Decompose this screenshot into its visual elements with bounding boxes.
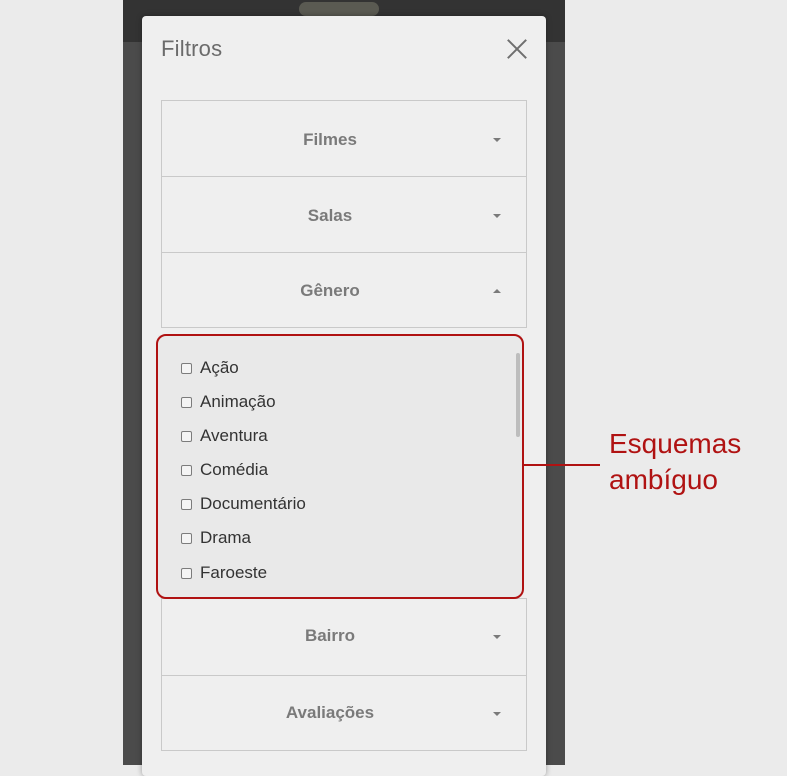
annotation-line-1: Esquemas [609,428,742,459]
genre-option-drama[interactable]: Drama [181,528,251,548]
accordion-label: Gênero [300,281,360,300]
chevron-down-icon [493,712,501,716]
accordion-label: Salas [307,206,353,225]
modal-title: Filtros [161,36,223,61]
accordion-bairro[interactable]: Bairro [161,598,527,676]
chevron-down-icon [493,138,501,142]
accordion-avaliacoes[interactable]: Avaliações [161,675,527,751]
checkbox[interactable] [181,362,192,374]
genre-label: Faroeste [200,563,268,582]
chevron-down-icon [493,214,501,218]
checkbox[interactable] [181,567,192,579]
annotation-connector-line [524,464,600,466]
checkbox[interactable] [181,464,192,476]
genre-option-animacao[interactable]: Animação [181,392,276,412]
genre-option-comedia[interactable]: Comédia [181,460,268,480]
genre-options-list[interactable]: Ação Animação Aventura Comédia Documentá… [158,335,522,597]
genre-label: Drama [200,528,252,547]
genre-option-aventura[interactable]: Aventura [181,426,268,446]
annotation-line-2: ambíguo [609,464,718,495]
scrollbar-thumb[interactable] [516,353,520,437]
app-logo [299,2,379,16]
accordion-genero[interactable]: Gênero [161,252,527,328]
genre-label: Comédia [200,460,269,479]
close-icon[interactable] [504,36,530,62]
checkbox[interactable] [181,532,192,544]
accordion-salas[interactable]: Salas [161,176,527,253]
genre-label: Animação [200,392,276,411]
annotation-text: Esquemas ambíguo [609,426,779,498]
accordion-label: Avaliações [285,703,375,722]
genre-option-documentario[interactable]: Documentário [181,494,306,514]
accordion-filmes[interactable]: Filmes [161,100,527,177]
checkbox[interactable] [181,396,192,408]
genre-label: Ação [200,358,239,377]
genre-label: Documentário [200,494,306,513]
chevron-up-icon [493,289,501,293]
checkbox[interactable] [181,430,192,442]
genre-option-acao[interactable]: Ação [181,358,239,378]
accordion-label: Filmes [303,130,357,149]
checkbox[interactable] [181,498,192,510]
genre-option-faroeste[interactable]: Faroeste [181,563,267,583]
genre-label: Aventura [200,426,268,445]
chevron-down-icon [493,635,501,639]
accordion-label: Bairro [304,626,356,645]
